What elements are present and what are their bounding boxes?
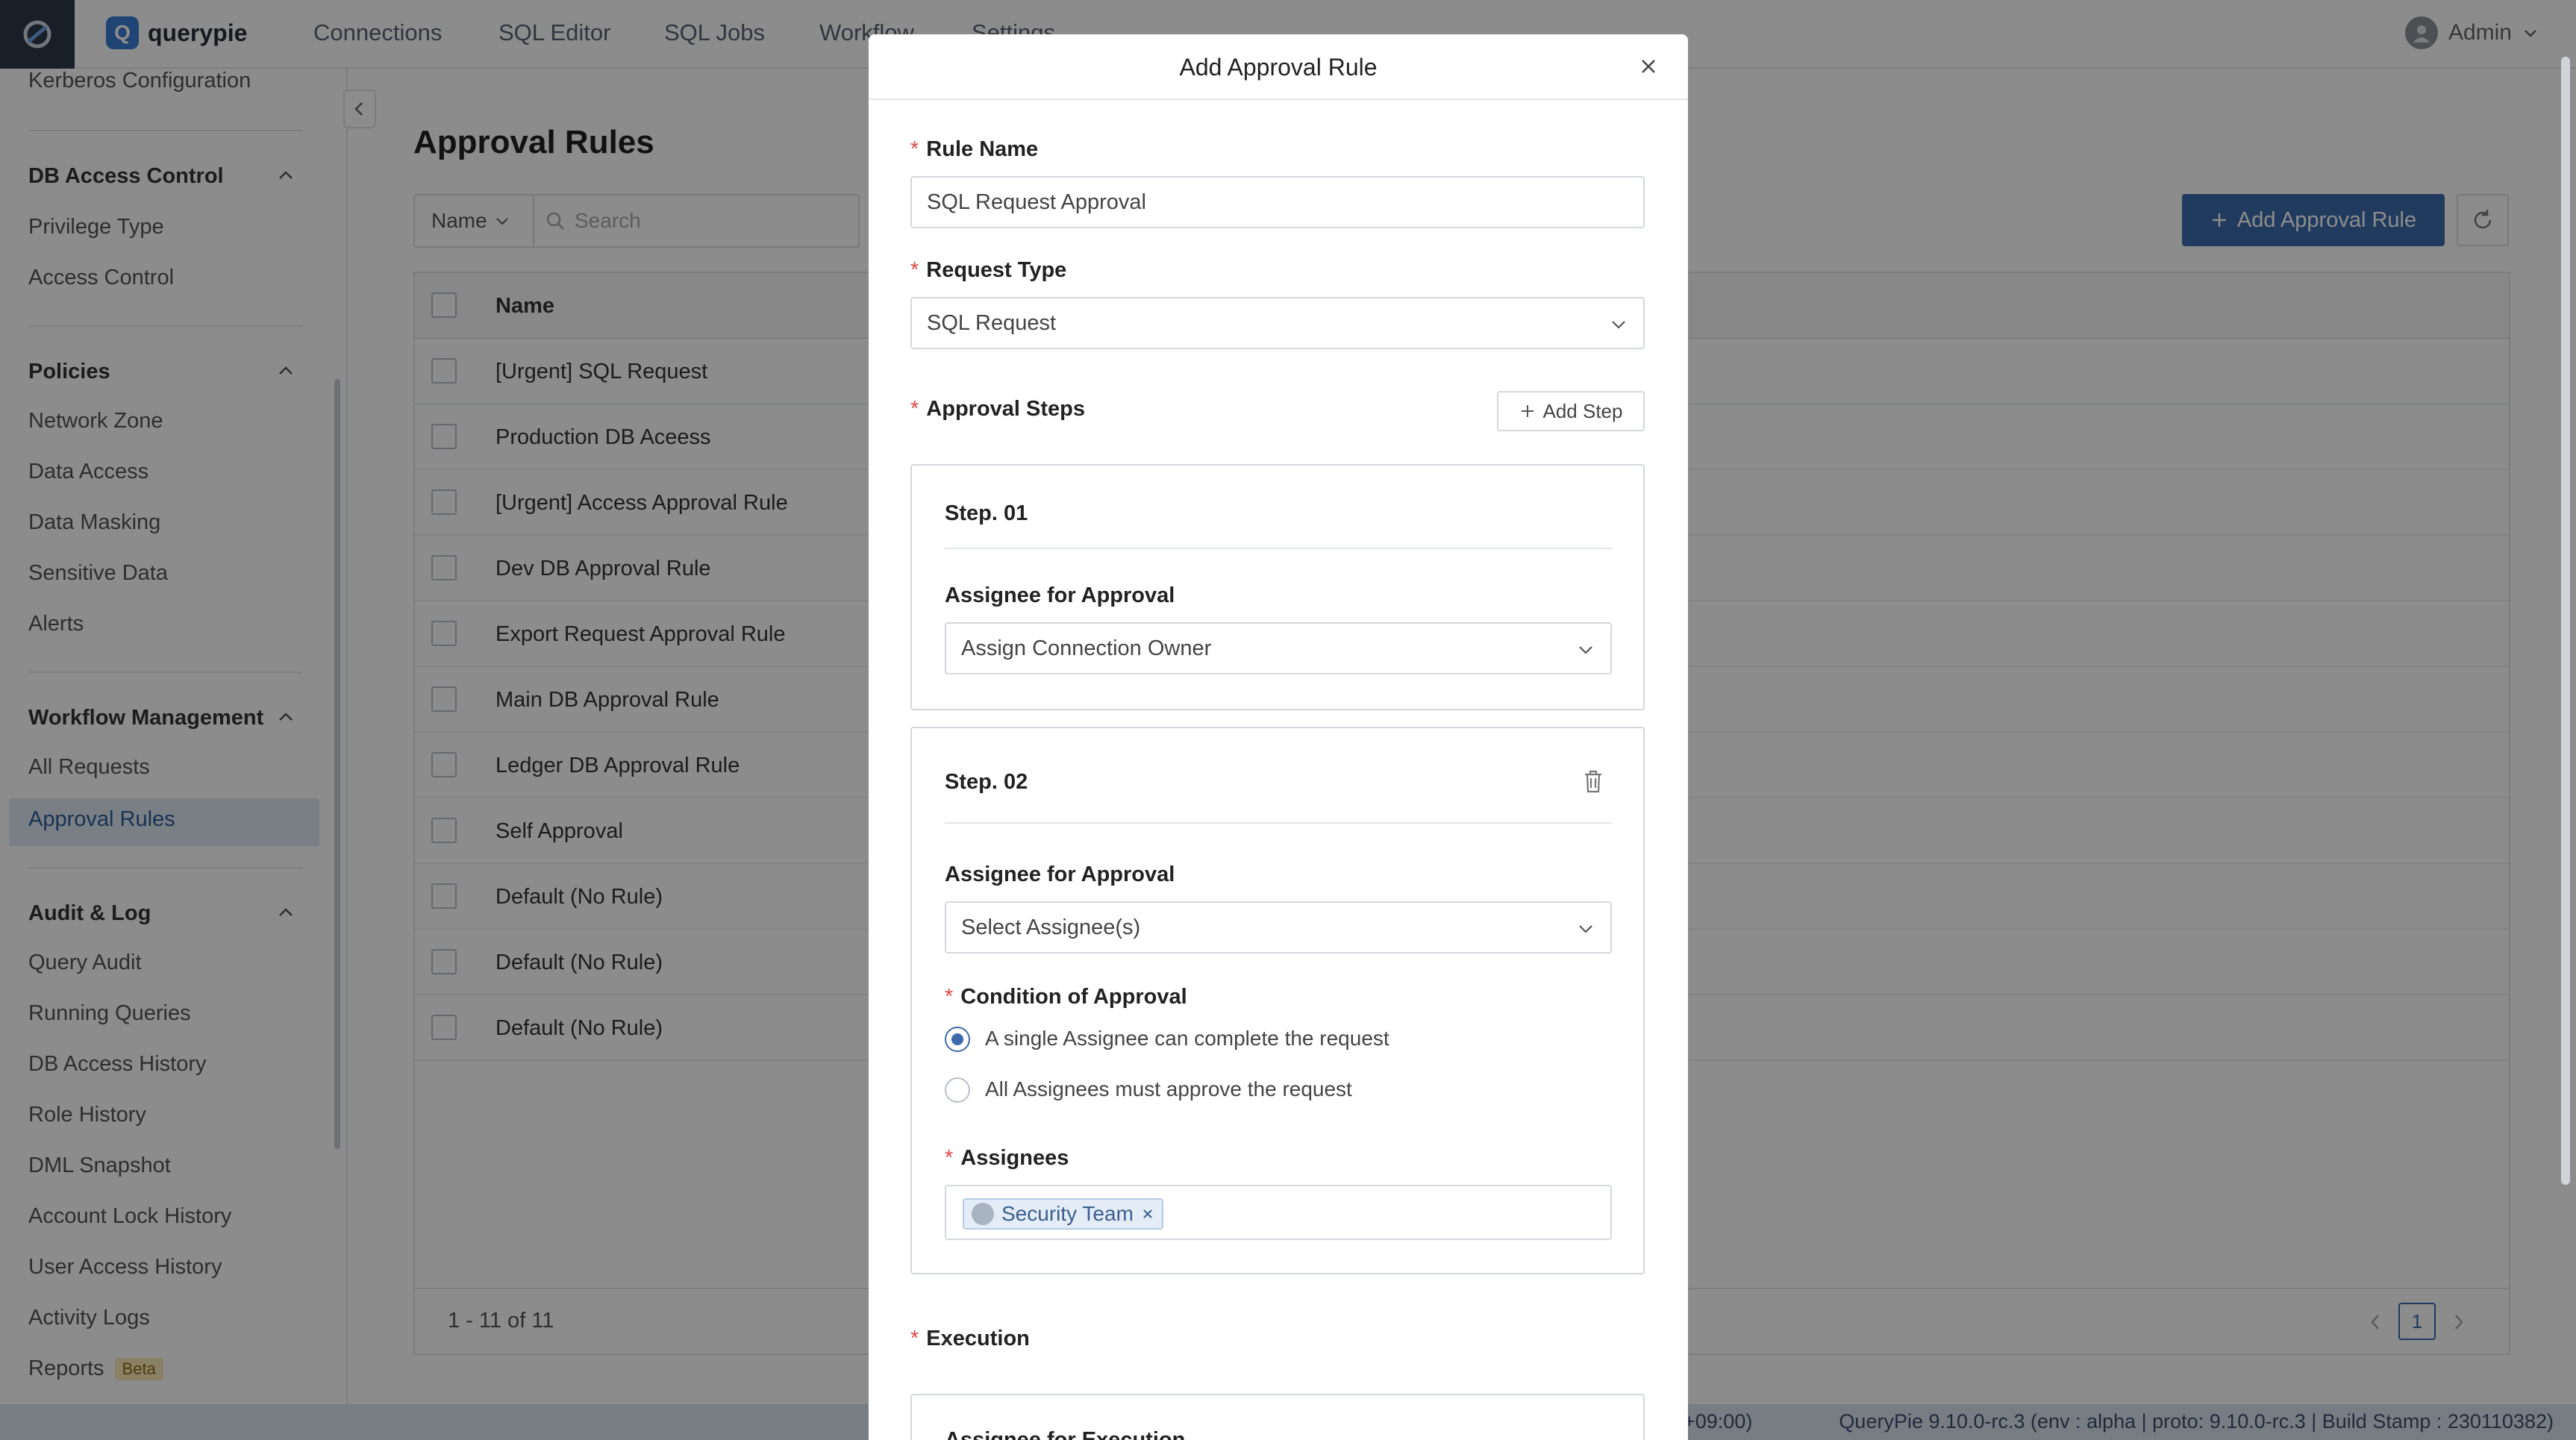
modal-header: Add Approval Rule (869, 34, 1688, 100)
required-asterisk: * (910, 1327, 919, 1350)
required-asterisk: * (910, 137, 919, 161)
assignees-multiselect[interactable]: Security Team (945, 1185, 1612, 1240)
add-approval-rule-modal: Add Approval Rule * Rule Name SQL Request… (869, 34, 1688, 1440)
step2-assignee-select[interactable]: Select Assignee(s) (945, 901, 1612, 954)
step2-assignee-placeholder: Select Assignee(s) (961, 915, 1141, 939)
required-asterisk: * (945, 985, 954, 1009)
rule-name-label: * Rule Name (910, 137, 1038, 162)
rule-name-value: SQL Request Approval (927, 190, 1146, 214)
add-step-button[interactable]: Add Step (1497, 391, 1645, 431)
step-title: Step. 01 (945, 501, 1028, 525)
step1-assignee-select[interactable]: Assign Connection Owner (945, 622, 1612, 674)
chevron-down-icon (1612, 321, 1625, 329)
execution-label-text: Execution (926, 1327, 1030, 1350)
rule-name-input[interactable]: SQL Request Approval (910, 176, 1645, 228)
rule-name-label-text: Rule Name (926, 137, 1039, 161)
add-step-label: Add Step (1542, 399, 1623, 422)
execution-label: * Execution (910, 1327, 1030, 1351)
radio-all-assignees-label[interactable]: All Assignees must approve the request (985, 1077, 1352, 1101)
approval-steps-label-text: Approval Steps (926, 397, 1086, 421)
close-icon[interactable] (1637, 55, 1660, 78)
radio-single-assignee-label[interactable]: A single Assignee can complete the reque… (985, 1027, 1389, 1051)
condition-of-approval-label-text: Condition of Approval (960, 985, 1187, 1009)
assignee-for-approval-label: Assignee for Approval (945, 583, 1175, 607)
execution-step: Assignee for Execution (910, 1394, 1645, 1440)
group-avatar-icon (972, 1203, 994, 1225)
request-type-value: SQL Request (927, 310, 1057, 335)
assignee-for-execution-label: Assignee for Execution (945, 1428, 1186, 1440)
assignee-for-approval-label: Assignee for Approval (945, 863, 1175, 886)
step-title: Step. 02 (945, 770, 1028, 794)
request-type-label-text: Request Type (926, 258, 1067, 282)
trash-icon[interactable] (1582, 768, 1604, 794)
chevron-down-icon (1579, 925, 1592, 933)
assignee-tag: Security Team (963, 1198, 1163, 1230)
approval-step-2: Step. 02 Assignee for Approval Select As… (910, 727, 1645, 1274)
required-asterisk: * (910, 258, 919, 282)
chevron-down-icon (1579, 646, 1592, 654)
required-asterisk: * (910, 397, 919, 421)
plus-icon (1521, 405, 1534, 417)
request-type-select[interactable]: SQL Request (910, 297, 1645, 349)
remove-tag-icon[interactable] (1141, 1207, 1154, 1221)
radio-all-assignees[interactable] (945, 1077, 970, 1103)
step1-assignee-value: Assign Connection Owner (961, 636, 1212, 660)
assignee-tag-label: Security Team (1001, 1202, 1134, 1225)
request-type-label: * Request Type (910, 258, 1066, 283)
page-scrollbar[interactable] (2561, 57, 2570, 1185)
approval-steps-label: * Approval Steps (910, 397, 1085, 422)
modal-title: Add Approval Rule (1179, 54, 1378, 81)
required-asterisk: * (945, 1146, 954, 1170)
divider (945, 822, 1612, 824)
divider (945, 548, 1612, 549)
approval-step-1: Step. 01 Assignee for Approval Assign Co… (910, 464, 1645, 710)
condition-of-approval-label: * Condition of Approval (945, 985, 1187, 1009)
assignees-label-text: Assignees (960, 1146, 1069, 1170)
radio-single-assignee[interactable] (945, 1027, 970, 1052)
assignees-label: * Assignees (945, 1146, 1069, 1171)
